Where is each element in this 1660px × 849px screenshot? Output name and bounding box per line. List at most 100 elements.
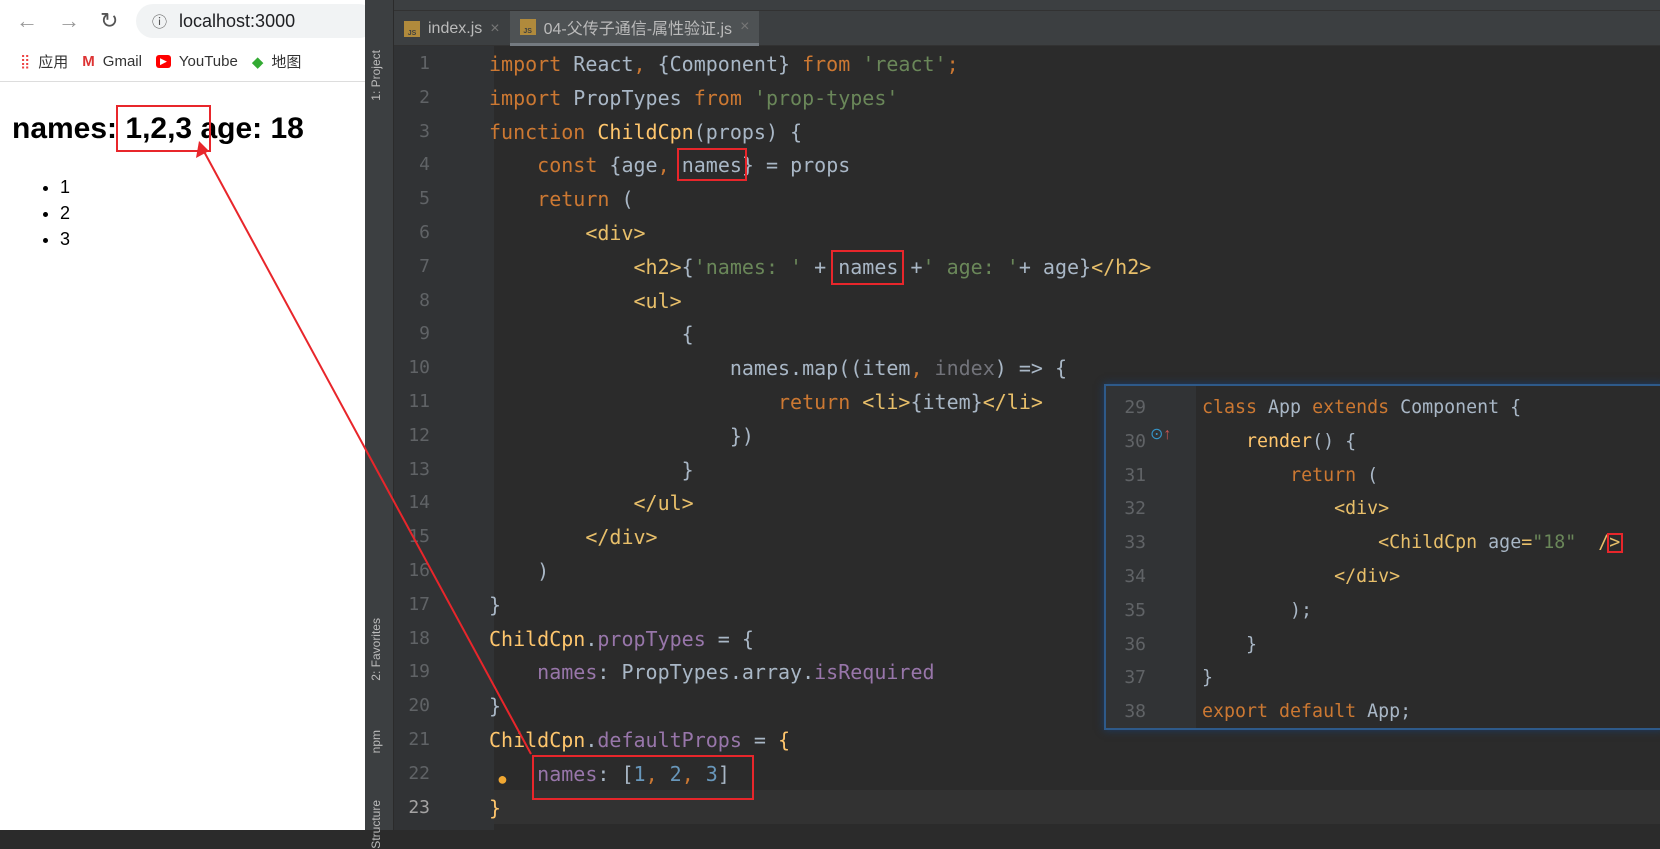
code-token: , bbox=[681, 761, 706, 786]
code-line: return <li>{item}</li> bbox=[489, 385, 1043, 419]
code-token: </div> bbox=[1334, 566, 1401, 587]
tab-index-js[interactable]: JS index.js × bbox=[394, 11, 510, 46]
code-token: "18" bbox=[1532, 532, 1577, 554]
code-line: </div> bbox=[489, 520, 657, 554]
code-token: , bbox=[645, 761, 670, 786]
code-token: ( bbox=[1356, 464, 1379, 486]
url-text: localhost:3000 bbox=[179, 10, 296, 31]
code-line: ChildCpn.propTypes = { bbox=[489, 622, 754, 656]
gmail-icon: M bbox=[82, 53, 95, 70]
code-token: names} = props bbox=[669, 153, 851, 178]
line-number: 34 bbox=[1124, 566, 1146, 587]
code-line: render() { bbox=[1202, 425, 1356, 459]
code-line: } bbox=[489, 588, 501, 622]
code-line: { bbox=[489, 317, 694, 351]
code-line: } bbox=[489, 689, 501, 723]
structure-tool-button[interactable]: Structure bbox=[369, 800, 383, 849]
code-line: } bbox=[489, 453, 694, 487]
code-token: render bbox=[1246, 430, 1313, 452]
page-heading: names: 1,2,3 age: 18 bbox=[12, 112, 304, 145]
line-number: 29 bbox=[1124, 397, 1146, 418]
project-tool-button[interactable]: 1: Project bbox=[369, 50, 383, 101]
code-token: <ul> bbox=[633, 288, 682, 313]
code-token: 'react' bbox=[862, 52, 947, 76]
code-line: </ul> bbox=[489, 486, 694, 520]
code-token: </li> bbox=[982, 390, 1043, 414]
line-number: 30 bbox=[1124, 430, 1146, 452]
tab-label: 04-父传子通信-属性验证.js bbox=[543, 21, 733, 38]
bookmark-label: YouTube bbox=[178, 53, 238, 70]
back-icon[interactable]: ← bbox=[16, 8, 38, 34]
code-token: isRequired bbox=[814, 660, 935, 685]
line-number: 4 bbox=[419, 154, 430, 176]
code-token: ' age: ' bbox=[922, 254, 1019, 279]
code-token: App; bbox=[1356, 701, 1412, 723]
bookmark-youtube[interactable]: ▶ YouTube bbox=[155, 53, 238, 70]
close-icon[interactable]: × bbox=[490, 20, 499, 38]
info-icon[interactable]: ⓘ bbox=[152, 11, 167, 32]
list-item: 1 bbox=[60, 174, 70, 200]
bookmark-apps[interactable]: ⣿ 应用 bbox=[20, 51, 68, 72]
code-token: 'names: ' bbox=[693, 254, 803, 279]
bookmark-label: 应用 bbox=[38, 54, 69, 71]
code-token: () { bbox=[1312, 430, 1357, 452]
lightbulb-icon[interactable]: ● bbox=[497, 769, 508, 790]
code-token: = bbox=[1521, 532, 1533, 554]
code-line: } bbox=[1202, 628, 1257, 662]
ide-navbar bbox=[394, 0, 1660, 11]
npm-tool-button[interactable]: npm bbox=[369, 730, 383, 753]
address-bar[interactable]: ⓘ localhost:3000 bbox=[136, 4, 376, 38]
tool-window-strip: 1: Project 2: Favorites npm Structure bbox=[365, 0, 394, 849]
code-token: + age} bbox=[1018, 254, 1092, 279]
bookmark-maps[interactable]: ◆ 地图 bbox=[252, 51, 302, 72]
code-line: } bbox=[489, 791, 501, 825]
favorites-tool-button[interactable]: 2: Favorites bbox=[369, 618, 383, 681]
tab-current-file[interactable]: JS 04-父传子通信-属性验证.js × bbox=[509, 11, 760, 46]
line-number: 33 bbox=[1124, 532, 1146, 554]
bookmarks-bar: ⣿ 应用 M Gmail ▶ YouTube ◆ 地图 bbox=[0, 42, 365, 82]
code-line: ) bbox=[489, 554, 549, 588]
code-token: names bbox=[537, 761, 598, 786]
line-number: 19 bbox=[408, 661, 430, 683]
code-token: : [ bbox=[597, 761, 634, 786]
line-number: 32 bbox=[1124, 498, 1146, 520]
code-line: import React, {Component} from 'react'; bbox=[489, 47, 959, 81]
forward-icon[interactable]: → bbox=[58, 8, 80, 34]
reload-icon[interactable]: ↻ bbox=[100, 8, 118, 34]
line-number: 22 bbox=[408, 762, 430, 784]
code-token: 'prop-types' bbox=[753, 85, 899, 110]
line-number: 36 bbox=[1124, 633, 1146, 655]
code-token: class bbox=[1202, 397, 1258, 418]
line-number: 37 bbox=[1124, 667, 1146, 689]
close-icon[interactable]: × bbox=[740, 18, 749, 36]
names-list: 1 2 3 bbox=[60, 174, 70, 252]
code-token: , bbox=[657, 153, 670, 178]
code-token: . bbox=[585, 728, 598, 752]
tab-label: index.js bbox=[428, 19, 483, 37]
code-token: return bbox=[777, 390, 851, 414]
code-token: <li> bbox=[862, 390, 911, 414]
code-line: function ChildCpn(props) { bbox=[489, 115, 802, 149]
code-token: </ul> bbox=[633, 491, 694, 516]
code-token: </h2> bbox=[1091, 254, 1152, 279]
line-number: 21 bbox=[408, 729, 430, 750]
code-token: defaultProps bbox=[597, 728, 742, 752]
bookmark-gmail[interactable]: M Gmail bbox=[82, 53, 142, 70]
code-token: } bbox=[1202, 667, 1214, 689]
code-token: 1 bbox=[633, 761, 646, 786]
